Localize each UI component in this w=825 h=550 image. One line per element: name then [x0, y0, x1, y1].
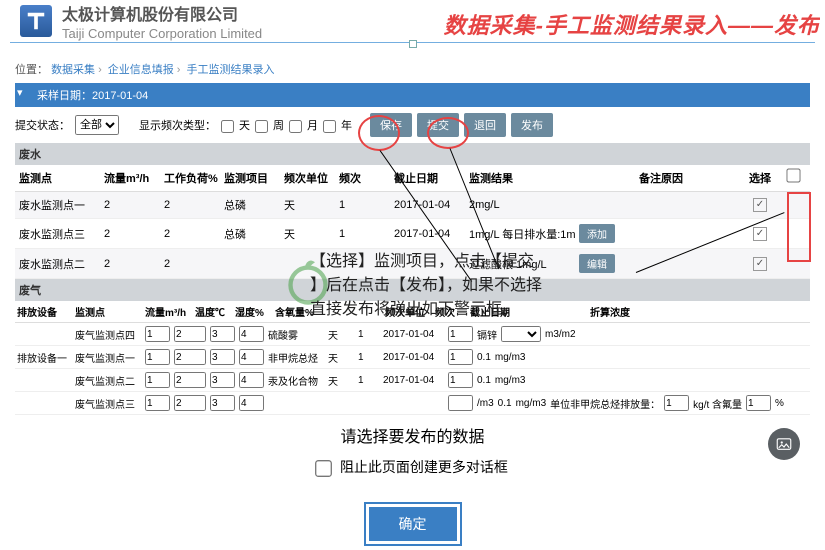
company-name-en: Taiji Computer Corporation Limited [62, 26, 262, 41]
freq-day-checkbox[interactable] [221, 120, 234, 133]
submit-state-label: 提交状态： [15, 117, 70, 133]
sample-date-band: ▾ 采样日期：2017-01-04 [15, 83, 810, 107]
wastewater-header: 监测点流量m³/h工作负荷% 监测项目频次单位频次 截止日期监测结果备注原因选择 [15, 165, 810, 192]
crumb-data-collect[interactable]: 数据采集 [51, 64, 95, 76]
row-action-button[interactable]: 编辑 [579, 254, 615, 273]
company-logo-icon [20, 5, 52, 37]
row-select-checkbox[interactable]: ✓ [753, 257, 767, 271]
display-type-label: 显示频次类型： [139, 117, 216, 133]
save-button[interactable]: 保存 [370, 113, 412, 137]
section-wastewater: 废水 [15, 143, 810, 165]
freq-year-checkbox[interactable] [323, 120, 336, 133]
toolbar: 提交状态： 全部 显示频次类型： 天 周 月 年 保存 提交 退回 发布 [15, 107, 810, 143]
row-action-button[interactable]: 添加 [579, 224, 615, 243]
company-name-cn: 太极计算机股份有限公司 [62, 1, 262, 25]
wastewater-row: 废水监测点三22总磷天12017-01-041mg/L 每日排水量:1m3/d添… [15, 219, 810, 249]
crumb-manual-entry[interactable]: 手工监测结果录入 [187, 64, 275, 76]
row-select-checkbox[interactable]: ✓ [753, 227, 767, 241]
freq-week-checkbox[interactable] [255, 120, 268, 133]
submit-button[interactable]: 提交 [417, 113, 459, 137]
fab-image-icon[interactable] [768, 428, 800, 460]
collapse-arrow-icon[interactable]: ▾ [17, 86, 23, 99]
suppress-dialog-label: 阻止此页面创建更多对话框 [340, 459, 508, 475]
gas-row: 排放设备一废气监测点一非甲烷总烃天12017-01-040.1mg/m3 [15, 346, 810, 369]
right-side-checkbox[interactable] [787, 169, 800, 185]
suppress-dialog-checkbox[interactable] [315, 460, 332, 477]
confirm-button[interactable]: 确定 [369, 507, 457, 541]
submit-state-select[interactable]: 全部 [75, 115, 119, 135]
back-button[interactable]: 退回 [464, 113, 506, 137]
page-title: 数据采集-手工监测结果录入——发布 [444, 8, 820, 40]
resize-handle-top[interactable] [409, 40, 417, 48]
breadcrumb: 位置： 数据采集› 企业信息填报› 手工监测结果录入 [15, 53, 810, 83]
publish-button[interactable]: 发布 [511, 113, 553, 137]
row-select-checkbox[interactable]: ✓ [753, 198, 767, 212]
gas-row: 废气监测点三/m30.1mg/m3单位非甲烷总烃排放量：kg/t 含氟量% [15, 392, 810, 415]
gas-row: 废气监测点二汞及化合物天12017-01-040.1mg/m3 [15, 369, 810, 392]
annotation-text: 【选择】监测项目，点击【提交 】后在点击【发布】，如果不选择 直接发布将弹出如下… [310, 250, 542, 322]
gas-row: 废气监测点四硫酸雾天12017-01-04镉锌m3/m2 [15, 323, 810, 346]
dialog-title: 请选择要发布的数据 [15, 423, 810, 447]
freq-month-checkbox[interactable] [289, 120, 302, 133]
crumb-company-info[interactable]: 企业信息填报 [108, 64, 174, 76]
